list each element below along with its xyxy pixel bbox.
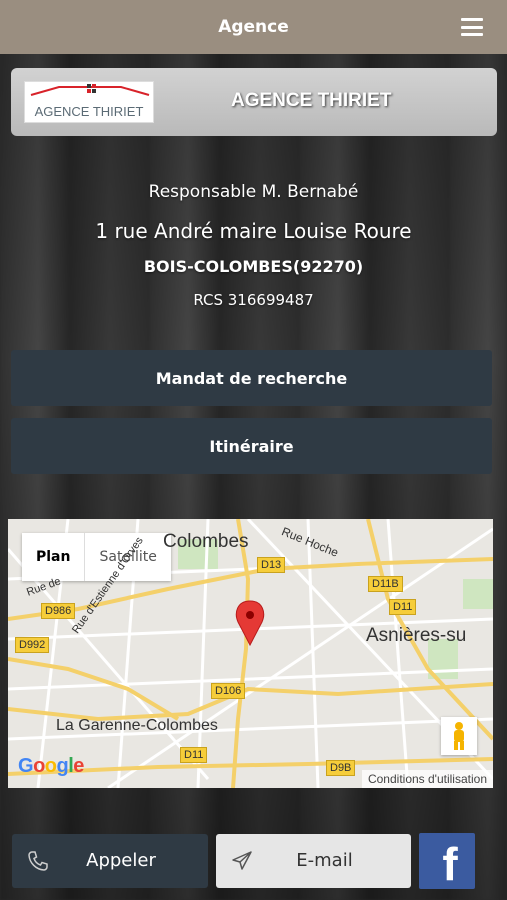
road-badge: D992 (15, 637, 50, 653)
agency-name: AGENCE THIRIET (231, 90, 392, 111)
road-badge: D11 (389, 599, 417, 615)
call-label: Appeler (86, 850, 156, 871)
street-view-pegman-icon[interactable] (441, 717, 477, 755)
itineraire-button[interactable]: Itinéraire (11, 418, 492, 474)
map-terms-link[interactable]: Conditions d'utilisation (361, 770, 493, 788)
top-bar: Agence (0, 0, 507, 54)
map-label-asnieres: Asnières-su (366, 625, 467, 646)
agency-card: AGENCE THIRIET AGENCE THIRIET (11, 68, 497, 136)
map-label-garenne: La Garenne-Colombes (56, 717, 218, 734)
road-badge: D106 (211, 683, 246, 699)
rcs-text: RCS 316699487 (193, 291, 314, 309)
email-label: E-mail (296, 850, 353, 871)
email-button[interactable]: E-mail (216, 834, 411, 888)
menu-icon[interactable] (461, 18, 483, 36)
page-title: Agence (218, 17, 289, 37)
tab-plan[interactable]: Plan (22, 533, 86, 581)
road-badge: D11 (180, 747, 208, 763)
map-type-tabs: Plan Satellite (22, 533, 171, 581)
road-badge: D11B (368, 576, 403, 592)
map-view[interactable]: Plan Satellite Colombes Rue Hoche Asnièr… (8, 519, 493, 788)
address-text: 1 rue André maire Louise Roure (95, 219, 412, 243)
map-label-colombes: Colombes (163, 531, 249, 552)
call-button[interactable]: Appeler (12, 834, 208, 888)
agency-logo: AGENCE THIRIET (24, 81, 154, 123)
google-logo: Google (18, 755, 84, 777)
mandat-recherche-button[interactable]: Mandat de recherche (11, 350, 492, 406)
road-badge: D9B (326, 760, 356, 776)
responsable-text: Responsable M. Bernabé (148, 182, 359, 202)
road-badge: D986 (41, 603, 76, 619)
facebook-icon: f (442, 838, 458, 889)
logo-text: AGENCE THIRIET (34, 104, 144, 119)
road-badge: D13 (257, 557, 286, 573)
facebook-button[interactable]: f (419, 833, 475, 889)
city-text: BOIS-COLOMBES(92270) (143, 257, 364, 276)
